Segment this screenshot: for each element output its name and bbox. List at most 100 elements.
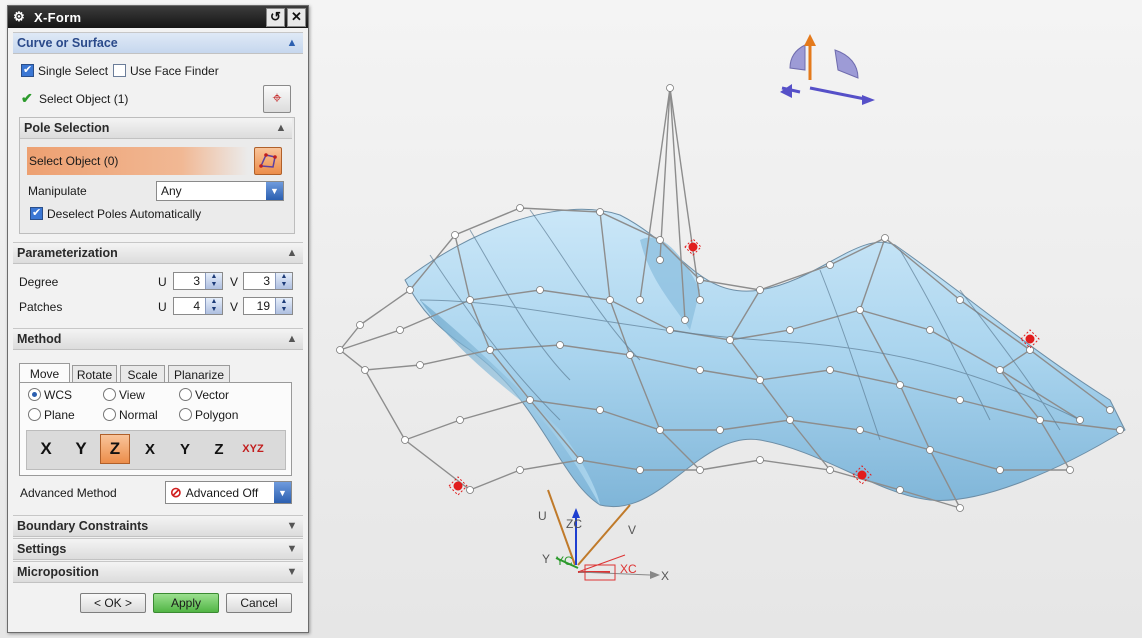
gear-icon[interactable]: ⚙ xyxy=(10,9,28,25)
patches-u-value: 4 xyxy=(193,299,200,313)
xc-axis-label: XC xyxy=(620,562,637,576)
zc-axis-label: ZC xyxy=(566,517,582,531)
check-icon: ✔ xyxy=(21,90,33,106)
plane-label: Plane xyxy=(44,408,75,422)
v-axis-label: V xyxy=(628,523,636,537)
polygon-label: Polygon xyxy=(195,408,239,422)
degree-v-spinner[interactable]: 3 ▲ ▼ xyxy=(243,272,293,290)
degree-u-value: 3 xyxy=(193,274,200,288)
plane-radio[interactable] xyxy=(28,408,41,421)
view-label: View xyxy=(119,388,145,402)
axis-x-button[interactable]: X xyxy=(31,434,61,464)
pole-selection-header[interactable]: Pole Selection ▲ xyxy=(20,118,292,139)
advanced-method-label: Advanced Method xyxy=(20,486,117,500)
spin-arrows-icon[interactable]: ▲ ▼ xyxy=(205,298,222,314)
manipulate-dropdown[interactable]: Any ▼ xyxy=(156,181,284,201)
spin-arrows-icon[interactable]: ▲ ▼ xyxy=(205,273,222,289)
chevron-up-icon[interactable]: ▲ xyxy=(273,120,289,136)
wcs-label: WCS xyxy=(44,388,72,402)
axis-y-button[interactable]: Y xyxy=(66,434,96,464)
section-parameterization[interactable]: Parameterization ▲ xyxy=(13,242,303,264)
xyz-free-button[interactable]: XYZ xyxy=(238,434,268,464)
ok-button[interactable]: < OK > xyxy=(80,593,146,613)
single-select-checkbox[interactable] xyxy=(21,63,34,77)
pole-select-button[interactable] xyxy=(254,147,282,175)
axis-z-button[interactable]: Z xyxy=(100,434,130,464)
section-title: Parameterization xyxy=(17,246,118,260)
manipulate-value: Any xyxy=(161,184,182,198)
patches-v-spinner[interactable]: 19 ▲ ▼ xyxy=(243,297,293,315)
crosshair-icon: ⌖ xyxy=(272,90,282,107)
select-object-label[interactable]: Select Object (1) xyxy=(39,92,128,106)
pole-select-object-row[interactable]: Select Object (0) xyxy=(27,147,248,175)
deselect-poles-label: Deselect Poles Automatically xyxy=(47,207,202,221)
normal-radio[interactable] xyxy=(103,408,116,421)
single-select-label: Single Select xyxy=(38,64,109,78)
chevron-down-icon[interactable]: ▼ xyxy=(266,182,283,200)
patches-u-label: U xyxy=(158,300,167,314)
degree-label: Degree xyxy=(19,275,59,289)
yc-axis-label: YC xyxy=(556,554,573,568)
dialog-title: X-Form xyxy=(34,9,82,25)
tab-move[interactable]: Move xyxy=(19,363,70,383)
chevron-down-icon[interactable]: ▼ xyxy=(284,518,300,534)
use-face-finder-label: Use Face Finder xyxy=(130,64,219,78)
reset-icon[interactable]: ↺ xyxy=(266,7,285,27)
chevron-up-icon[interactable]: ▲ xyxy=(284,245,300,261)
no-entry-icon: ⊘ xyxy=(170,484,182,500)
plane-x-button[interactable]: X xyxy=(135,434,165,464)
use-face-finder-checkbox[interactable] xyxy=(113,64,126,77)
patches-v-value: 19 xyxy=(256,299,270,313)
apply-button[interactable]: Apply xyxy=(153,593,219,613)
spin-arrows-icon[interactable]: ▲ ▼ xyxy=(275,273,292,289)
patches-u-spinner[interactable]: 4 ▲ ▼ xyxy=(173,297,223,315)
section-title: Method xyxy=(17,332,62,346)
degree-v-label: V xyxy=(230,275,239,289)
patches-label: Patches xyxy=(19,300,63,314)
y-axis-label: Y xyxy=(542,552,550,566)
section-title: Settings xyxy=(17,542,67,556)
pole-polygon-icon xyxy=(259,153,277,168)
spin-arrows-icon[interactable]: ▲ ▼ xyxy=(275,298,292,314)
tab-rotate[interactable]: Rotate xyxy=(72,365,117,383)
pole-select-object-label: Select Object (0) xyxy=(29,154,119,168)
section-title: Curve or Surface xyxy=(17,36,118,50)
degree-v-value: 3 xyxy=(263,274,270,288)
chevron-down-icon[interactable]: ▼ xyxy=(284,564,300,580)
xform-dialog: ⚙ X-Form ↺ ✕ Curve or Surface ▲ Single S… xyxy=(7,5,309,633)
advanced-method-dropdown[interactable]: ⊘ Advanced Off ▼ xyxy=(165,481,292,504)
section-title: Microposition xyxy=(17,565,99,579)
crosshair-select-button[interactable]: ⌖ xyxy=(263,85,291,113)
cancel-button[interactable]: Cancel xyxy=(226,593,292,613)
view-radio[interactable] xyxy=(103,388,116,401)
section-boundary-constraints[interactable]: Boundary Constraints ▼ xyxy=(13,515,303,537)
view-triad-icon xyxy=(780,34,875,105)
pole-selection-title: Pole Selection xyxy=(24,121,110,135)
x-axis-label: X xyxy=(661,569,669,583)
close-icon[interactable]: ✕ xyxy=(287,7,306,27)
patches-v-label: V xyxy=(230,300,239,314)
manipulate-label: Manipulate xyxy=(28,184,87,198)
chevron-up-icon[interactable]: ▲ xyxy=(284,35,300,51)
section-method[interactable]: Method ▲ xyxy=(13,328,303,350)
tab-planarize[interactable]: Planarize xyxy=(168,365,230,383)
dialog-titlebar[interactable]: ⚙ X-Form ↺ ✕ xyxy=(8,6,308,28)
degree-u-label: U xyxy=(158,275,167,289)
chevron-up-icon[interactable]: ▲ xyxy=(284,331,300,347)
chevron-down-icon[interactable]: ▼ xyxy=(274,482,291,503)
advanced-method-value: Advanced Off xyxy=(185,485,259,500)
section-curve-or-surface[interactable]: Curve or Surface ▲ xyxy=(13,32,303,54)
vector-radio[interactable] xyxy=(179,388,192,401)
tab-scale[interactable]: Scale xyxy=(120,365,165,383)
section-microposition[interactable]: Microposition ▼ xyxy=(13,561,303,583)
chevron-down-icon[interactable]: ▼ xyxy=(284,541,300,557)
vector-label: Vector xyxy=(195,388,230,402)
polygon-radio[interactable] xyxy=(179,408,192,421)
plane-z-button[interactable]: Z xyxy=(204,434,234,464)
wcs-radio[interactable] xyxy=(28,388,41,401)
deselect-poles-checkbox[interactable] xyxy=(30,206,43,220)
section-title: Boundary Constraints xyxy=(17,519,149,533)
section-settings[interactable]: Settings ▼ xyxy=(13,538,303,560)
plane-y-button[interactable]: Y xyxy=(170,434,200,464)
degree-u-spinner[interactable]: 3 ▲ ▼ xyxy=(173,272,223,290)
